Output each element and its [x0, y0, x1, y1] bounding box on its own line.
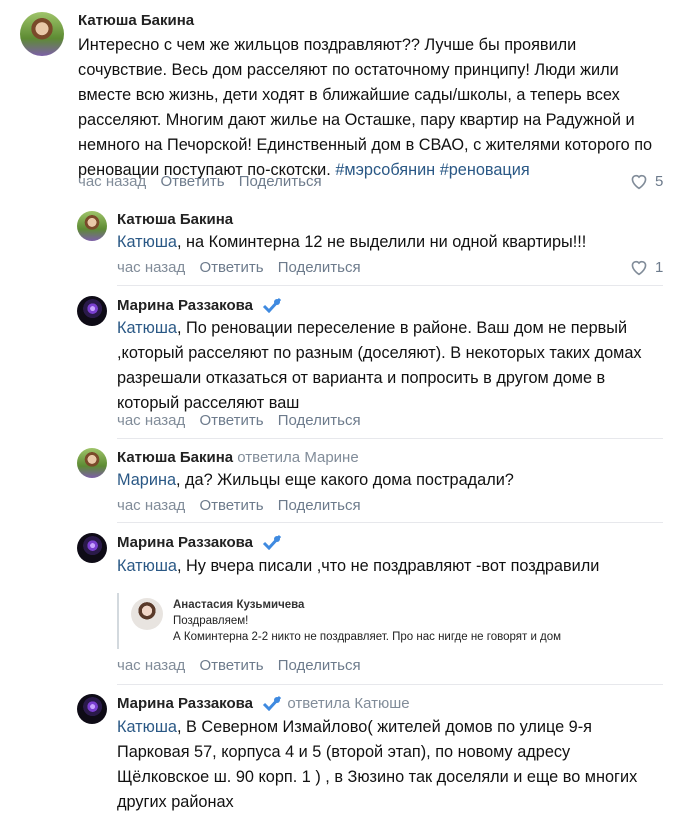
author-name[interactable]: Марина Раззакова [117, 297, 283, 314]
divider [117, 285, 663, 286]
hashtag-link[interactable]: #мэрсобянин #реновация [335, 161, 529, 179]
reply-button[interactable]: Ответить [199, 657, 263, 674]
share-button[interactable]: Поделиться [239, 173, 322, 190]
divider [117, 684, 663, 685]
timestamp[interactable]: час назад [78, 173, 146, 190]
share-button[interactable]: Поделиться [278, 657, 361, 674]
avatar[interactable] [77, 296, 107, 326]
heart-outline-icon [631, 260, 647, 276]
avatar[interactable] [77, 211, 107, 241]
reply-button[interactable]: Ответить [199, 412, 263, 429]
like-button[interactable]: 1 [629, 258, 663, 276]
comment-text: Марина, да? Жильцы еще какого дома постр… [117, 471, 514, 489]
comment-meta: час назад Ответить Поделиться [117, 657, 371, 674]
avatar [131, 598, 163, 630]
comment-text: Катюша, Ну вчера писали ,что не поздравл… [117, 557, 600, 575]
like-count: 1 [655, 258, 664, 276]
comment-text: Катюша, В Северном Измайлово( жителей до… [117, 718, 638, 811]
mention-link[interactable]: Катюша [117, 718, 177, 736]
author-name[interactable]: Марина Раззакова ответила Катюше [117, 695, 410, 712]
comment-text: Катюша, По реновации переселение в район… [117, 319, 642, 412]
reply-button[interactable]: Ответить [199, 259, 263, 276]
comment-meta: час назад Ответить Поделиться [117, 259, 371, 276]
divider [117, 438, 663, 439]
timestamp[interactable]: час назад [117, 497, 185, 514]
share-button[interactable]: Поделиться [278, 497, 361, 514]
reply-button[interactable]: Ответить [160, 173, 224, 190]
comment-meta: час назад Ответить Поделиться [78, 173, 332, 190]
like-button[interactable]: 5 [629, 172, 663, 190]
avatar[interactable] [77, 694, 107, 724]
author-name[interactable]: Катюша Бакина ответила Марине [117, 449, 359, 466]
share-button[interactable]: Поделиться [278, 259, 361, 276]
verified-badge-icon [263, 297, 282, 313]
avatar[interactable] [77, 448, 107, 478]
author-name[interactable]: Марина Раззакова [117, 534, 283, 551]
timestamp[interactable]: час назад [117, 657, 185, 674]
author-name[interactable]: Катюша Бакина [78, 12, 194, 29]
avatar[interactable] [20, 12, 64, 56]
mention-link[interactable]: Катюша [117, 319, 177, 337]
replied-to-label[interactable]: ответила Катюше [287, 695, 409, 712]
comment-meta: час назад Ответить Поделиться [117, 412, 371, 429]
mention-link[interactable]: Марина [117, 471, 176, 489]
mention-link[interactable]: Катюша [117, 557, 177, 575]
divider [117, 522, 663, 523]
share-button[interactable]: Поделиться [278, 412, 361, 429]
quoted-text: А Коминтерна 2-2 никто не поздравляет. П… [173, 631, 562, 643]
mention-link[interactable]: Катюша [117, 233, 177, 251]
quoted-author: Анастасия Кузьмичева [173, 599, 305, 611]
verified-badge-icon [263, 695, 282, 711]
reply-button[interactable]: Ответить [199, 497, 263, 514]
replied-to-label[interactable]: ответила Марине [237, 449, 358, 466]
timestamp[interactable]: час назад [117, 259, 185, 276]
heart-outline-icon [631, 174, 647, 190]
comment-text: Катюша, на Коминтерна 12 не выделили ни … [117, 233, 587, 251]
avatar[interactable] [77, 533, 107, 563]
timestamp[interactable]: час назад [117, 412, 185, 429]
comment-text: Интересно с чем же жильцов поздравляют??… [78, 36, 653, 179]
quoted-comment[interactable]: Анастасия Кузьмичева Поздравляем! А Коми… [117, 593, 619, 649]
quoted-text: Поздравляем! [173, 615, 249, 627]
like-count: 5 [655, 172, 664, 190]
comment-meta: час назад Ответить Поделиться [117, 497, 371, 514]
author-name[interactable]: Катюша Бакина [117, 211, 233, 228]
verified-badge-icon [263, 534, 282, 550]
